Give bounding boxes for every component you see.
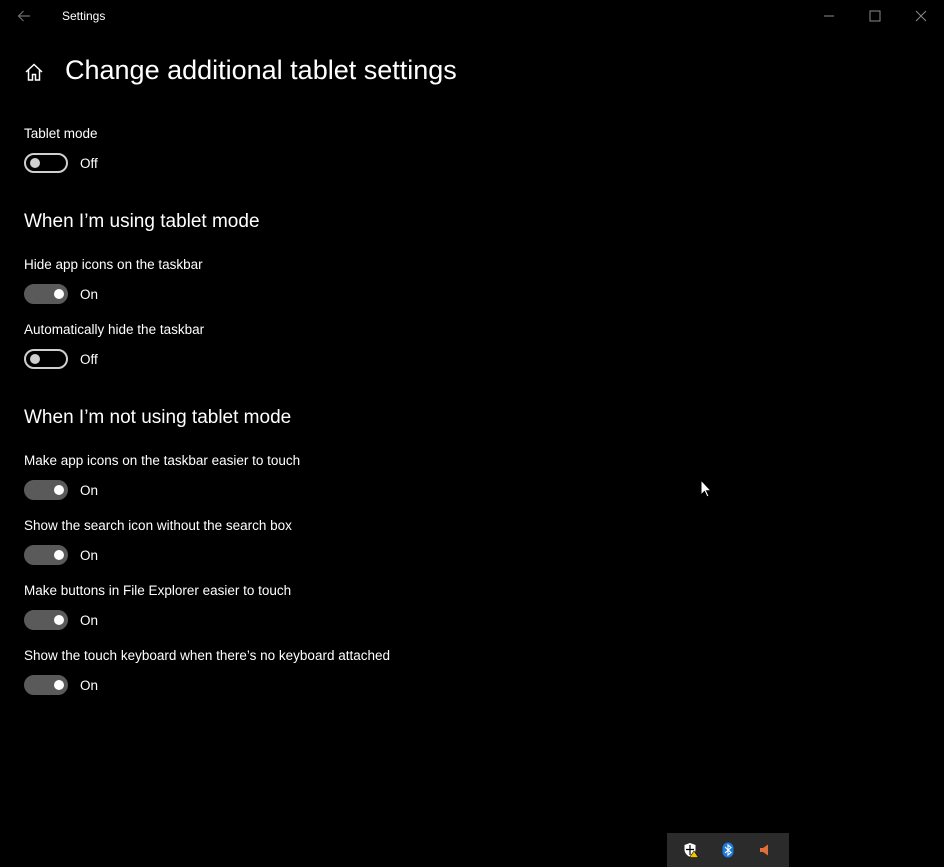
back-arrow-icon xyxy=(17,10,30,22)
home-button[interactable] xyxy=(20,58,48,86)
maximize-button[interactable] xyxy=(852,0,898,32)
toggle-knob xyxy=(54,485,64,495)
file-explorer-touch-state: On xyxy=(80,612,99,628)
search-icon-only-toggle[interactable] xyxy=(24,545,68,565)
toggle-knob xyxy=(30,158,40,168)
touch-keyboard-label: Show the touch keyboard when there’s no … xyxy=(24,648,390,663)
easier-touch-icons-state: On xyxy=(80,482,99,498)
toggle-knob xyxy=(54,615,64,625)
search-icon-only-label: Show the search icon without the search … xyxy=(24,518,292,533)
search-icon-only-state: On xyxy=(80,547,99,563)
hide-app-icons-state: On xyxy=(80,286,99,302)
app-title: Settings xyxy=(62,9,106,23)
tablet-mode-toggle[interactable] xyxy=(24,153,68,173)
touch-keyboard-state: On xyxy=(80,677,99,693)
easier-touch-icons-toggle[interactable] xyxy=(24,480,68,500)
close-icon xyxy=(915,10,927,22)
search-icon-only-row: On xyxy=(24,545,98,565)
speaker-muted-icon[interactable] xyxy=(755,840,775,860)
close-button[interactable] xyxy=(898,0,944,32)
toggle-knob xyxy=(54,289,64,299)
title-bar: Settings xyxy=(0,0,944,32)
back-button[interactable] xyxy=(8,0,40,32)
hide-app-icons-row: On xyxy=(24,284,98,304)
file-explorer-touch-label: Make buttons in File Explorer easier to … xyxy=(24,583,292,598)
file-explorer-touch-toggle[interactable] xyxy=(24,610,68,630)
file-explorer-touch-row: On xyxy=(24,610,98,630)
minimize-icon xyxy=(824,15,834,17)
auto-hide-taskbar-row: Off xyxy=(24,349,98,369)
auto-hide-taskbar-label: Automatically hide the taskbar xyxy=(24,322,205,337)
using-tablet-heading: When I’m using tablet mode xyxy=(24,211,260,232)
page-title: Change additional tablet settings xyxy=(65,55,457,85)
not-using-tablet-heading: When I’m not using tablet mode xyxy=(24,407,292,428)
auto-hide-taskbar-toggle[interactable] xyxy=(24,349,68,369)
tablet-mode-row: Off xyxy=(24,153,98,173)
bluetooth-icon[interactable] xyxy=(718,840,738,860)
mouse-cursor-icon xyxy=(700,479,712,498)
auto-hide-taskbar-state: Off xyxy=(80,351,98,367)
home-icon xyxy=(25,63,43,81)
system-tray-overflow xyxy=(667,833,789,867)
minimize-button[interactable] xyxy=(806,0,852,32)
maximize-icon xyxy=(869,10,881,22)
touch-keyboard-toggle[interactable] xyxy=(24,675,68,695)
settings-window: Settings Change additional tablet settin… xyxy=(0,0,944,867)
hide-app-icons-label: Hide app icons on the taskbar xyxy=(24,257,203,272)
easier-touch-icons-row: On xyxy=(24,480,98,500)
toggle-knob xyxy=(30,354,40,364)
tablet-mode-state: Off xyxy=(80,155,98,171)
touch-keyboard-row: On xyxy=(24,675,98,695)
toggle-knob xyxy=(54,680,64,690)
hide-app-icons-toggle[interactable] xyxy=(24,284,68,304)
easier-touch-icons-label: Make app icons on the taskbar easier to … xyxy=(24,453,301,468)
toggle-knob xyxy=(54,550,64,560)
security-warning-icon[interactable] xyxy=(681,840,701,860)
tablet-mode-label: Tablet mode xyxy=(24,126,98,141)
